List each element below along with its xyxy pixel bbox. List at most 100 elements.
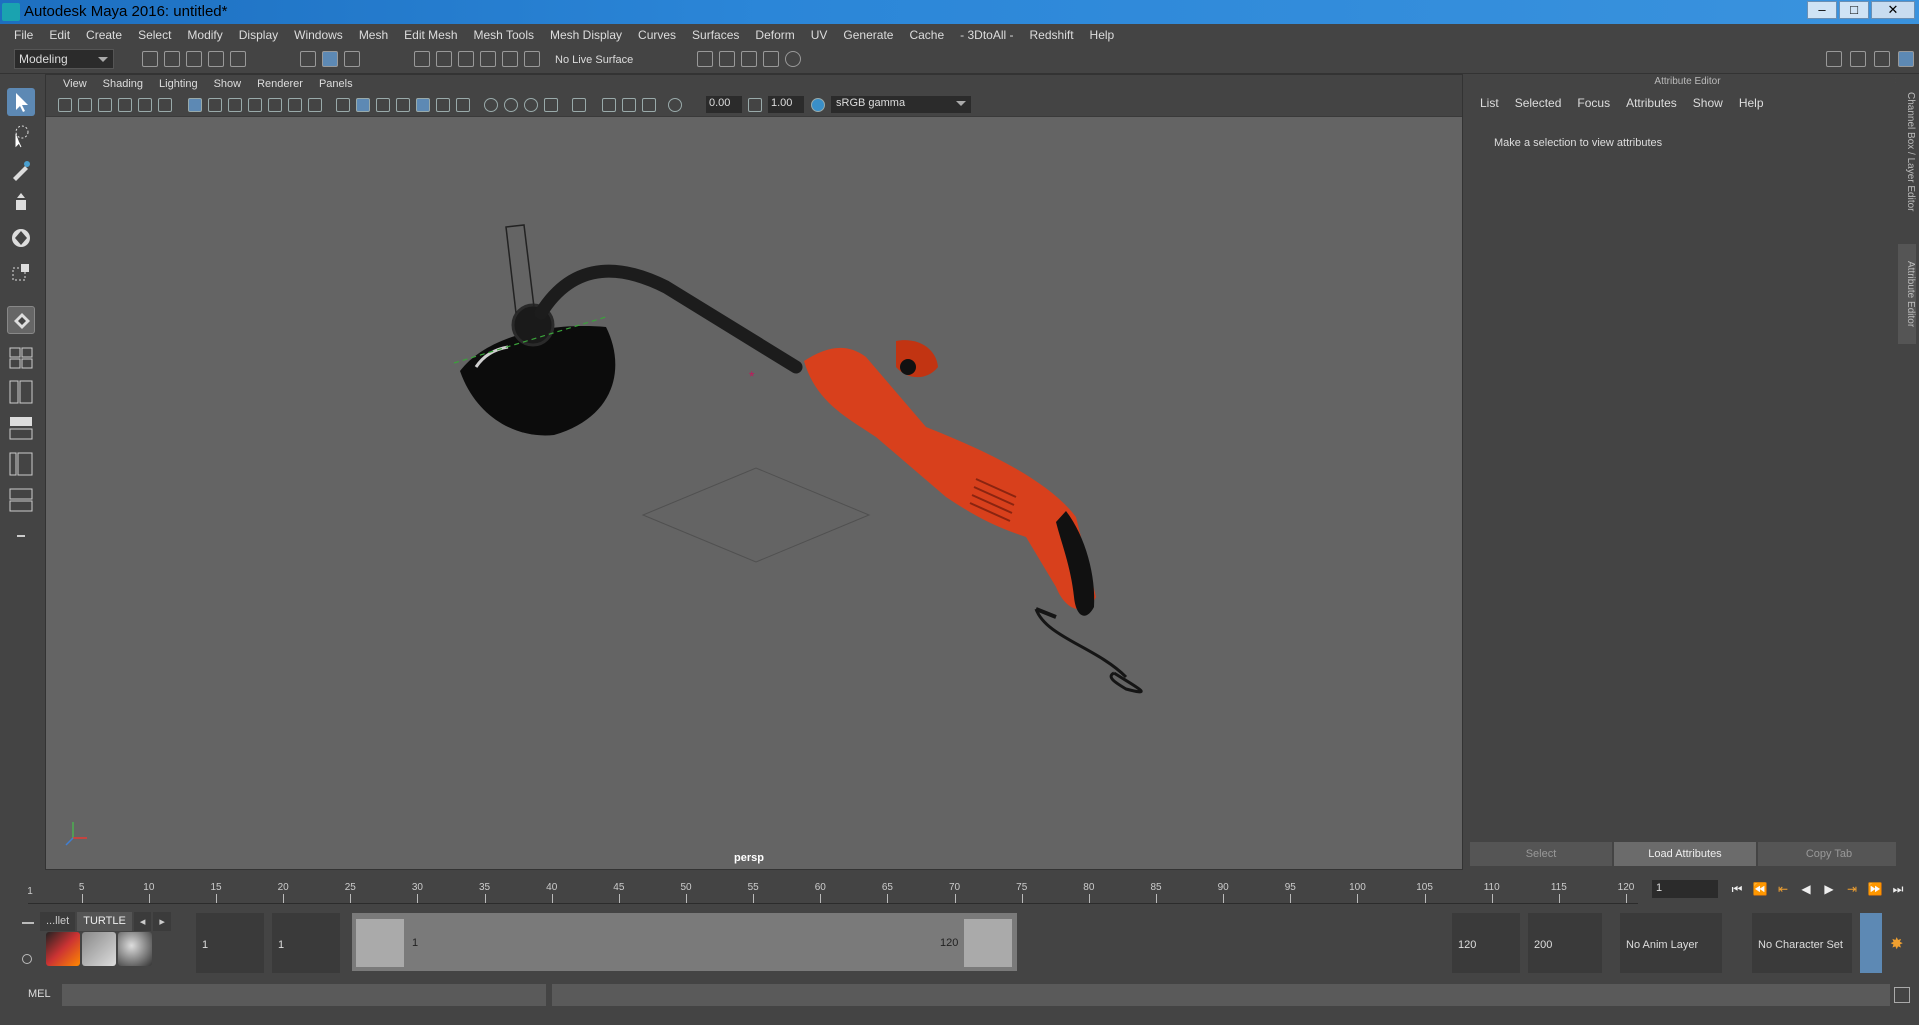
shelf-settings-icon[interactable] <box>22 954 32 964</box>
snap-point-icon[interactable] <box>458 51 474 67</box>
motion-blur-icon[interactable] <box>504 98 518 112</box>
viewport-panel[interactable]: View Shading Lighting Show Renderer Pane… <box>45 74 1463 870</box>
outliner-toggle-icon[interactable] <box>1850 51 1866 67</box>
step-forward-key-icon[interactable]: ⏩ <box>1866 880 1884 898</box>
current-frame-field[interactable]: 1 <box>1652 880 1718 898</box>
attr-menu-attributes[interactable]: Attributes <box>1618 96 1685 110</box>
render-view-icon[interactable] <box>719 51 735 67</box>
attr-menu-selected[interactable]: Selected <box>1507 96 1570 110</box>
screen-space-ao-icon[interactable] <box>484 98 498 112</box>
scene-view[interactable]: * <box>46 117 1462 869</box>
viewport-menu-show[interactable]: Show <box>206 78 250 90</box>
time-ruler[interactable]: 5 10 15 20 25 30 35 40 45 50 55 60 65 70 75 80 85 90 95 100… <box>27 874 1638 904</box>
paint-select-tool-icon[interactable] <box>7 156 35 184</box>
layout-four-panes-icon[interactable] <box>7 346 35 370</box>
isolate-select-icon[interactable] <box>572 98 586 112</box>
viewport-menu-view[interactable]: View <box>55 78 95 90</box>
script-editor-icon[interactable] <box>1894 987 1910 1003</box>
animation-prefs-icon[interactable]: ✸ <box>1890 934 1903 954</box>
menu-mesh-display[interactable]: Mesh Display <box>542 28 630 42</box>
menu-uv[interactable]: UV <box>803 28 836 42</box>
step-back-key-icon[interactable]: ⏪ <box>1751 880 1769 898</box>
gate-mask-icon[interactable] <box>248 98 262 112</box>
viewport-menu-panels[interactable]: Panels <box>311 78 361 90</box>
snap-grid-icon[interactable] <box>414 51 430 67</box>
collapse-icon[interactable] <box>7 524 35 548</box>
rotate-tool-icon[interactable] <box>7 224 35 252</box>
camera-attributes-icon[interactable] <box>78 98 92 112</box>
snap-live-icon[interactable] <box>524 51 540 67</box>
restore-button[interactable]: □ <box>1839 1 1869 19</box>
menu-curves[interactable]: Curves <box>630 28 684 42</box>
anti-aliasing-icon[interactable] <box>524 98 538 112</box>
lasso-tool-icon[interactable] <box>7 122 35 150</box>
shadows-icon[interactable] <box>456 98 470 112</box>
redo-icon[interactable] <box>230 51 246 67</box>
ipr-render-icon[interactable] <box>763 51 779 67</box>
smooth-shade-icon[interactable] <box>356 98 370 112</box>
shelf-tab-turtle[interactable]: TURTLE <box>77 912 132 931</box>
shelf-scroll-left-icon[interactable]: ◂ <box>133 912 152 931</box>
use-all-lights-icon[interactable] <box>436 98 450 112</box>
animation-start-field[interactable]: 1 <box>196 913 264 973</box>
turtle-material-icon[interactable] <box>118 932 152 966</box>
viewport-menu-renderer[interactable]: Renderer <box>249 78 311 90</box>
xray-joints-icon[interactable] <box>642 98 656 112</box>
range-slider[interactable]: 1 120 <box>352 913 1017 971</box>
menu-redshift[interactable]: Redshift <box>1022 28 1082 42</box>
menu-3dtoall[interactable]: - 3DtoAll - <box>952 28 1021 42</box>
menu-mesh[interactable]: Mesh <box>351 28 396 42</box>
move-tool-icon[interactable] <box>7 190 35 218</box>
bookmark-icon[interactable] <box>98 98 112 112</box>
menu-create[interactable]: Create <box>78 28 130 42</box>
channel-box-toggle-icon[interactable] <box>1898 51 1914 67</box>
depth-of-field-icon[interactable] <box>544 98 558 112</box>
menu-edit[interactable]: Edit <box>41 28 78 42</box>
copy-tab-button[interactable]: Copy Tab <box>1758 842 1900 866</box>
camera-select-icon[interactable] <box>58 98 72 112</box>
time-slider[interactable]: 5 10 15 20 25 30 35 40 45 50 55 60 65 70 75 80 85 90 95 100… <box>0 870 1919 910</box>
select-hierarchy-icon[interactable] <box>300 51 316 67</box>
wireframe-on-shaded-icon[interactable] <box>396 98 410 112</box>
render-frame-icon[interactable] <box>741 51 757 67</box>
color-management-icon[interactable] <box>811 98 825 112</box>
shelf-menu-icon[interactable] <box>22 922 34 924</box>
menu-select[interactable]: Select <box>130 28 179 42</box>
viewport-menu-shading[interactable]: Shading <box>95 78 151 90</box>
exposure-icon[interactable] <box>668 98 682 112</box>
animation-end-field[interactable]: 200 <box>1528 913 1602 973</box>
menu-help[interactable]: Help <box>1082 28 1123 42</box>
menu-deform[interactable]: Deform <box>747 28 802 42</box>
grease-pencil-icon[interactable] <box>138 98 152 112</box>
resolution-gate-icon[interactable] <box>228 98 242 112</box>
range-end-handle[interactable] <box>964 919 1012 967</box>
new-scene-icon[interactable] <box>142 51 158 67</box>
turtle-bake-icon[interactable] <box>82 932 116 966</box>
select-component-icon[interactable] <box>344 51 360 67</box>
menu-surfaces[interactable]: Surfaces <box>684 28 747 42</box>
modeling-toolkit-icon[interactable] <box>1826 51 1842 67</box>
menu-windows[interactable]: Windows <box>286 28 351 42</box>
menu-edit-mesh[interactable]: Edit Mesh <box>396 28 465 42</box>
image-plane-icon[interactable] <box>118 98 132 112</box>
menu-modify[interactable]: Modify <box>179 28 230 42</box>
menu-mesh-tools[interactable]: Mesh Tools <box>466 28 542 42</box>
xray-icon[interactable] <box>602 98 616 112</box>
layout-outliner-persp-icon[interactable] <box>7 450 35 478</box>
use-default-material-icon[interactable] <box>376 98 390 112</box>
gamma-field[interactable]: 1.00 <box>768 96 804 113</box>
live-surface-field[interactable]: No Live Surface <box>551 50 661 70</box>
open-scene-icon[interactable] <box>164 51 180 67</box>
field-chart-icon[interactable] <box>268 98 282 112</box>
exposure-field[interactable]: 0.00 <box>706 96 742 113</box>
scale-tool-icon[interactable] <box>7 258 35 286</box>
close-button[interactable]: ✕ <box>1871 1 1915 19</box>
xray-active-icon[interactable] <box>622 98 636 112</box>
shelf-tab-bullet[interactable]: ...llet <box>40 912 76 931</box>
load-attributes-button[interactable]: Load Attributes <box>1614 842 1756 866</box>
menu-file[interactable]: File <box>6 28 41 42</box>
range-start-handle[interactable] <box>356 919 404 967</box>
select-tool-icon[interactable] <box>7 88 35 116</box>
tab-attribute-editor[interactable]: Attribute Editor <box>1898 244 1916 344</box>
attr-menu-focus[interactable]: Focus <box>1569 96 1618 110</box>
